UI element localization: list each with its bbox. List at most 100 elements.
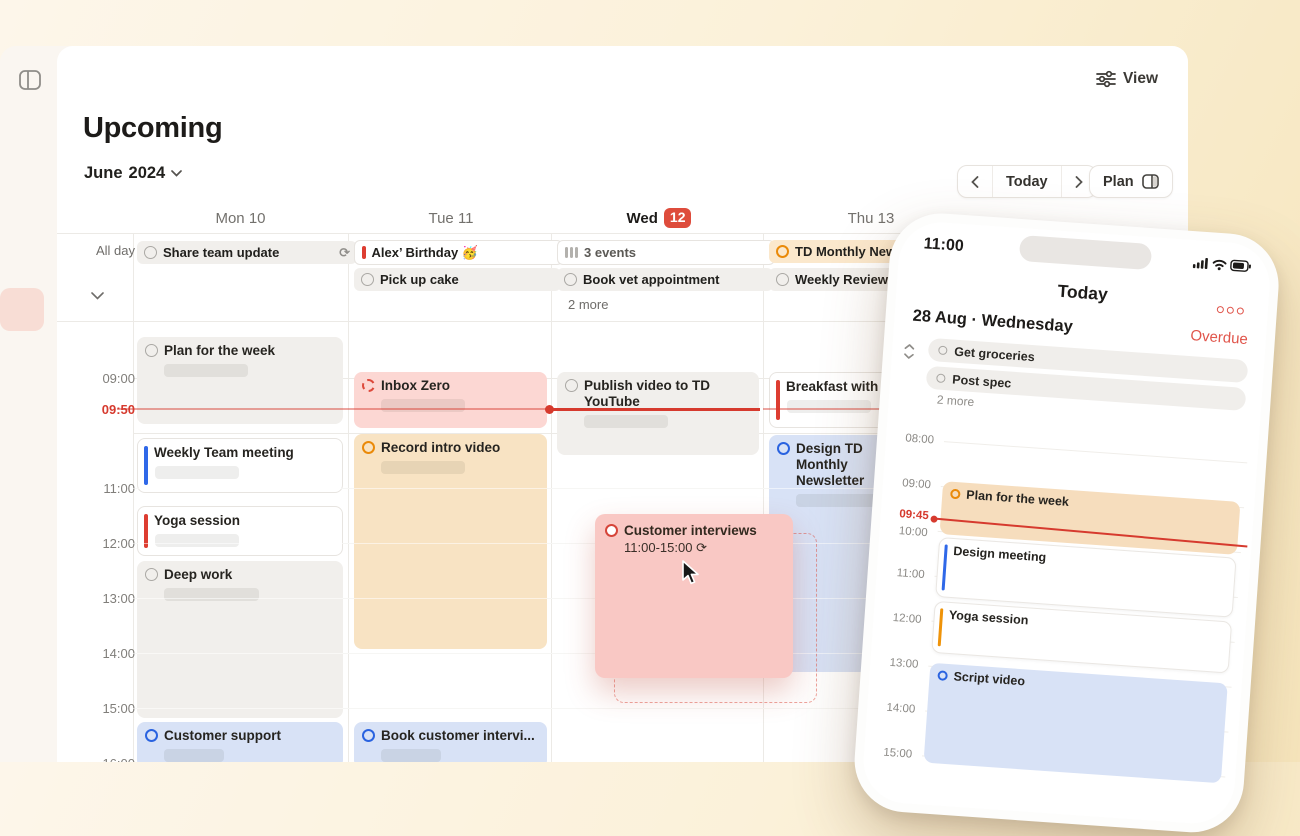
allday-task-book-vet[interactable]: Book vet appointment	[557, 268, 773, 291]
more-items-label[interactable]: 2 more	[568, 297, 608, 312]
task-checkbox-icon[interactable]	[145, 344, 158, 357]
sidebar-toggle-icon[interactable]	[18, 68, 42, 92]
event-book-customer-interviews[interactable]: Book customer intervi...	[354, 722, 547, 762]
reorder-icon[interactable]	[902, 342, 917, 361]
event-publish-video[interactable]: Publish video to TD YouTube	[557, 372, 759, 455]
day-header-tue: Tue 11	[351, 204, 551, 232]
task-checkbox-icon[interactable]	[565, 379, 578, 392]
phone-more-label[interactable]: 2 more	[936, 393, 974, 410]
redacted-text-bar	[584, 415, 668, 428]
time-label: 14:00	[75, 646, 135, 661]
year-label: 2024	[129, 164, 166, 183]
month-dropdown[interactable]: June 2024	[84, 164, 182, 183]
phone-overdue-label: Overdue	[1190, 327, 1249, 348]
time-label: 14:00	[867, 700, 916, 715]
current-time-label: 09:50	[75, 402, 135, 417]
event-title: Book customer intervi...	[381, 728, 535, 744]
allday-3-events[interactable]: 3 events	[557, 240, 775, 265]
task-checkbox-icon[interactable]	[145, 568, 158, 581]
event-title: Publish video to TD YouTube	[584, 378, 739, 410]
event-plan-for-the-week[interactable]: Plan for the week	[137, 337, 343, 424]
split-pane-icon	[1142, 174, 1159, 189]
current-time-line-today	[549, 408, 760, 411]
event-title: Design meeting	[953, 544, 1047, 564]
time-label: 09:00	[75, 371, 135, 386]
prev-button[interactable]	[958, 166, 992, 197]
event-title: Record intro video	[381, 440, 500, 456]
view-label: View	[1123, 70, 1158, 88]
event-yoga-session[interactable]: Yoga session	[137, 506, 343, 556]
task-checkbox-icon[interactable]	[776, 273, 789, 286]
time-label: 11:00	[75, 481, 135, 496]
plan-label: Plan	[1103, 174, 1134, 190]
task-checkbox-icon[interactable]	[362, 441, 375, 454]
time-label: 10:00	[879, 524, 928, 539]
time-label: 13:00	[870, 656, 919, 671]
redacted-text-bar	[164, 588, 259, 601]
task-title: Weekly Review	[795, 272, 888, 287]
page-title: Upcoming	[83, 112, 222, 145]
task-checkbox-icon[interactable]	[362, 729, 375, 742]
event-title: Yoga session	[154, 513, 240, 529]
task-checkbox-icon[interactable]	[776, 245, 789, 258]
event-time-range: 11:00-15:00	[624, 540, 692, 555]
today-date-badge: 12	[664, 208, 692, 228]
phone-status-time: 11:00	[923, 235, 964, 256]
event-customer-support[interactable]: Customer support	[137, 722, 343, 762]
event-title: Plan for the week	[164, 343, 275, 359]
phone-event-script-video[interactable]: Script video	[924, 663, 1228, 784]
task-checkbox-icon[interactable]	[564, 273, 577, 286]
event-title: Plan for the week	[966, 488, 1070, 509]
time-label: 15:00	[864, 745, 913, 760]
allday-task-share-team-update[interactable]: Share team update ⟳	[137, 241, 357, 264]
time-label: 11:00	[876, 566, 925, 581]
task-checkbox-icon[interactable]	[144, 246, 157, 259]
phone-notch	[1019, 235, 1152, 270]
event-title: Inbox Zero	[381, 378, 450, 394]
event-title: Customer interviews	[624, 522, 757, 539]
task-checkbox-icon[interactable]	[777, 442, 790, 455]
column-divider	[133, 233, 134, 762]
time-label: 09:00	[883, 476, 932, 491]
time-label: 08:00	[886, 431, 935, 446]
redacted-text-bar	[381, 749, 441, 762]
event-color-bar	[942, 544, 948, 590]
phone-time-grid: 08:00 09:00 09:45 10:00 11:00 12:00 13:0…	[861, 415, 1259, 826]
task-checkbox-icon[interactable]	[361, 273, 374, 286]
phone-menu-dots[interactable]	[1217, 306, 1244, 315]
today-button[interactable]: Today	[993, 166, 1061, 197]
view-button[interactable]: View	[1096, 70, 1158, 88]
day-header-mon: Mon 10	[133, 204, 348, 232]
plan-button[interactable]: Plan	[1089, 165, 1173, 198]
task-checkbox-icon[interactable]	[145, 729, 158, 742]
time-label: 12:00	[75, 536, 135, 551]
events-stack-icon	[565, 247, 578, 258]
redacted-text-bar	[155, 534, 239, 547]
event-title: Breakfast with E	[786, 379, 891, 395]
event-title: Weekly Team meeting	[154, 445, 294, 461]
task-recurring-checkbox-icon[interactable]	[362, 379, 375, 392]
task-checkbox-icon	[937, 670, 948, 681]
allday-event-alex-birthday[interactable]: Alex’ Birthday 🥳	[354, 240, 563, 265]
hour-line	[944, 441, 1247, 463]
event-weekly-team-meeting[interactable]: Weekly Team meeting	[137, 438, 343, 493]
event-color-bar	[144, 514, 148, 548]
allday-task-pick-up-cake[interactable]: Pick up cake	[354, 268, 561, 291]
redacted-text-bar	[381, 399, 465, 412]
task-title: Pick up cake	[380, 272, 459, 287]
event-color-bar	[776, 380, 780, 420]
current-time-label: 09:45	[880, 507, 929, 522]
time-label: 16:00	[75, 756, 135, 762]
dragged-event-customer-interviews[interactable]: Customer interviews 11:00-15:00 ⟳	[595, 514, 793, 678]
allday-label: All day	[75, 243, 135, 258]
allday-collapse-icon[interactable]	[91, 292, 104, 300]
phone-status-icons	[1193, 256, 1252, 273]
event-deep-work[interactable]: Deep work	[137, 561, 343, 718]
event-inbox-zero[interactable]: Inbox Zero	[354, 372, 547, 428]
task-title: Share team update	[163, 245, 333, 260]
redacted-text-bar	[796, 494, 880, 507]
sliders-icon	[1096, 70, 1116, 88]
event-record-intro-video[interactable]: Record intro video	[354, 434, 547, 649]
task-title: Book vet appointment	[583, 272, 720, 287]
phone-screen: 11:00 Today 28 Aug · Wednesday Overdue	[861, 220, 1273, 827]
